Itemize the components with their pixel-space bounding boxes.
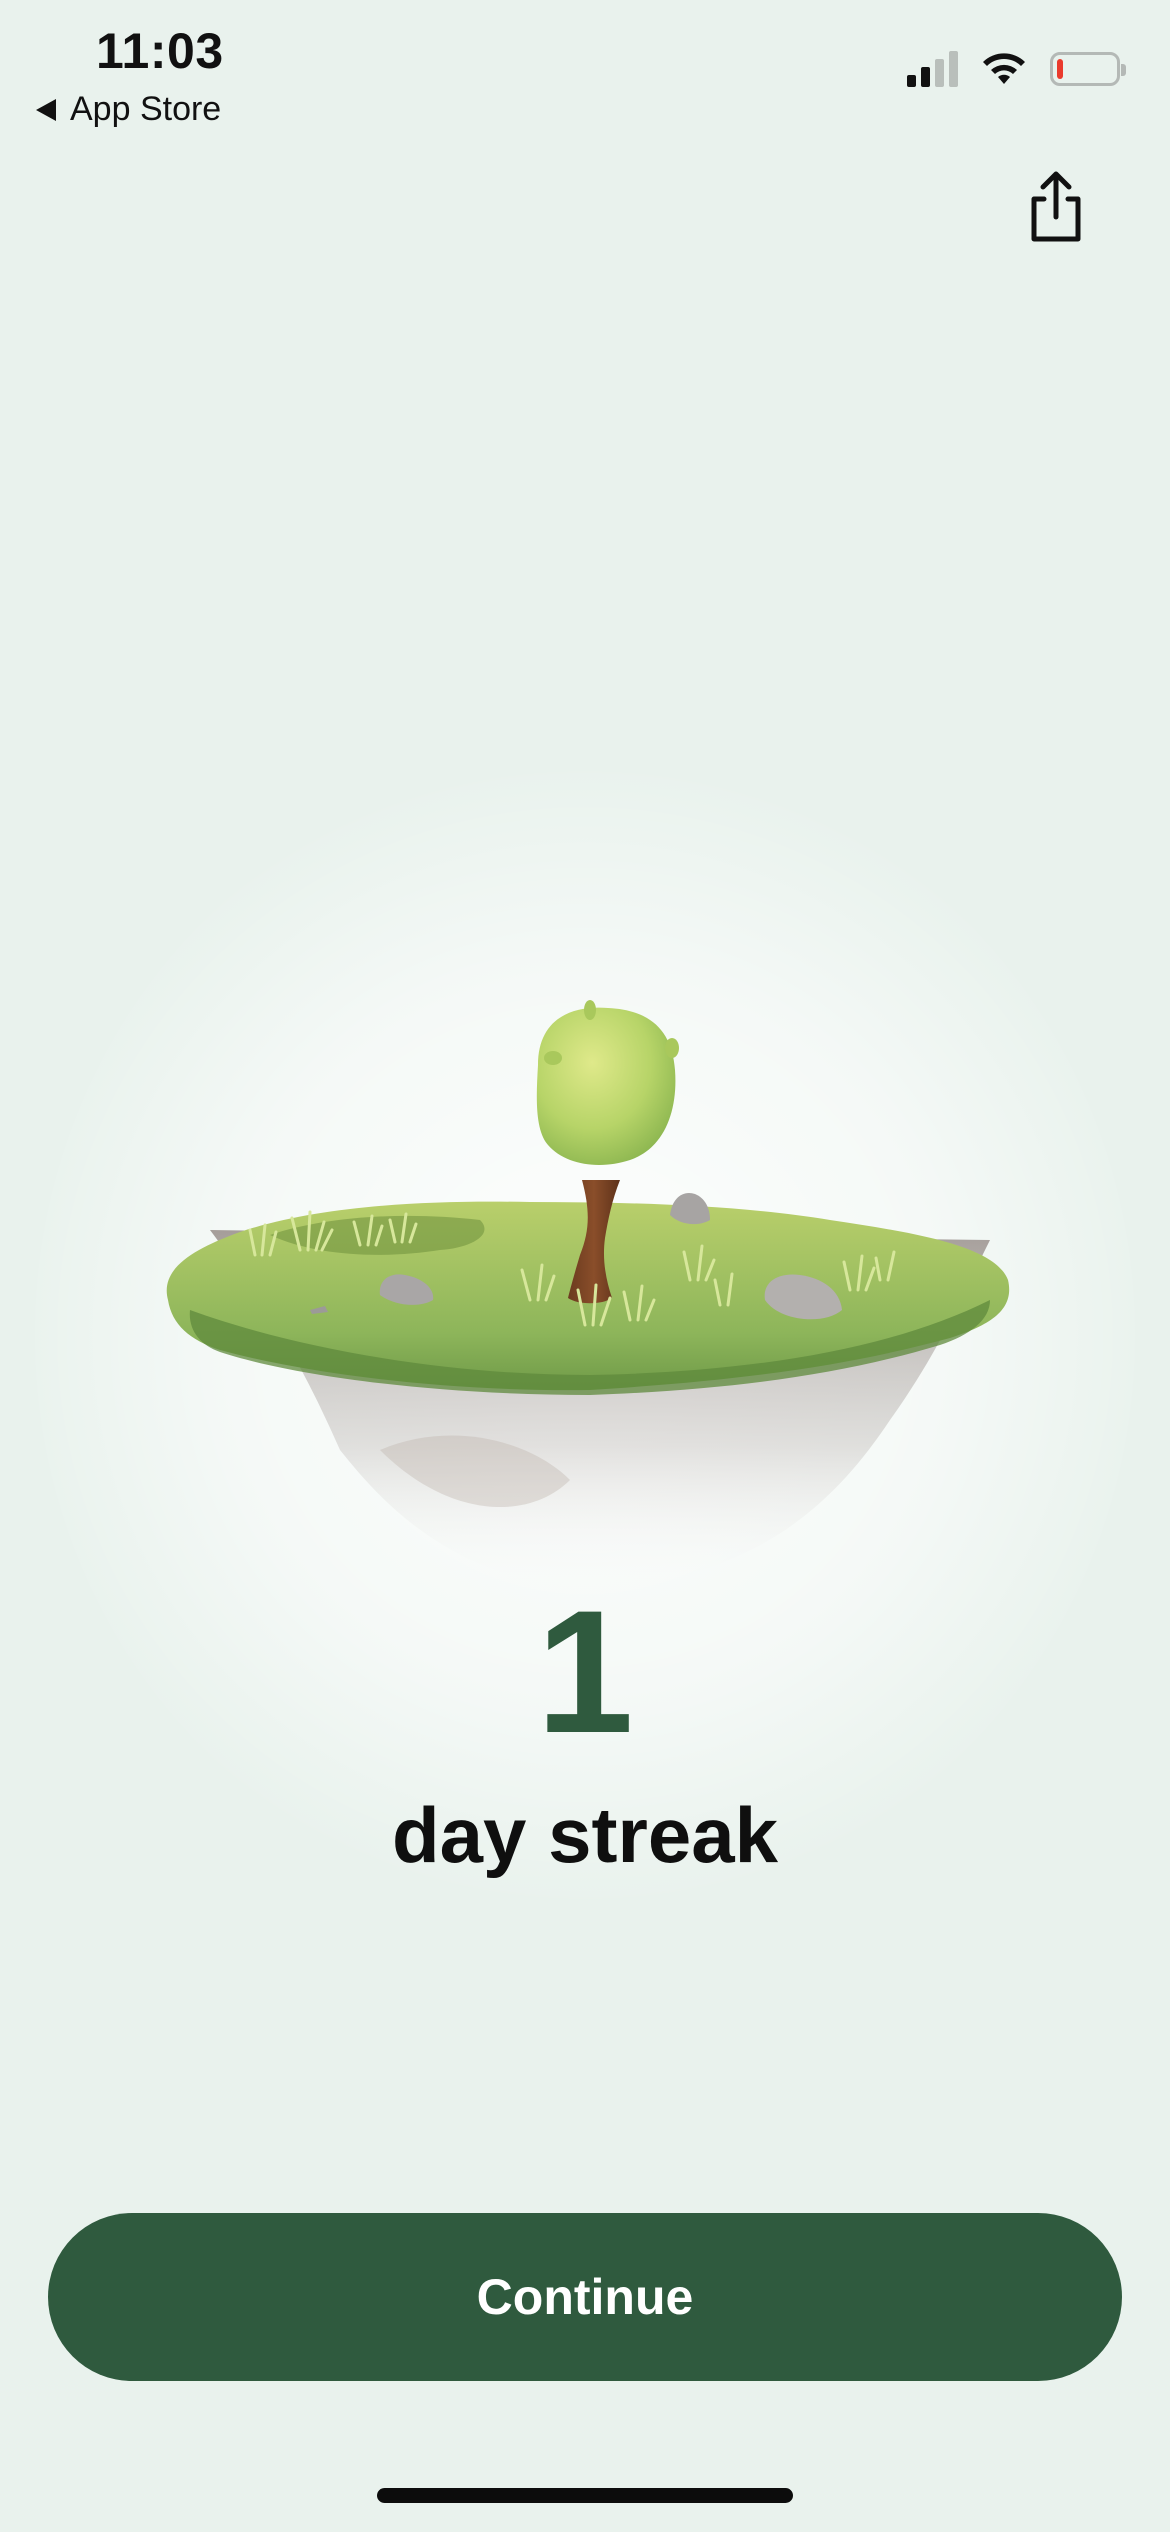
share-button[interactable]	[1020, 166, 1092, 248]
share-icon	[1031, 171, 1081, 242]
streak-label: day streak	[392, 1791, 778, 1879]
status-indicators	[907, 50, 1126, 88]
battery-level	[1057, 59, 1063, 79]
battery-icon	[1050, 52, 1126, 86]
home-indicator[interactable]	[377, 2488, 793, 2503]
back-link-label: App Store	[70, 90, 222, 128]
cellular-signal-icon	[907, 51, 958, 87]
continue-button[interactable]: Continue	[48, 2213, 1122, 2381]
streak-count: 1	[536, 1575, 634, 1770]
streak-screen: 11:03 App Store 1 day streak Continue	[0, 0, 1170, 2532]
floating-island-tree-illustration	[166, 1000, 1010, 1590]
back-to-app-store-link[interactable]: App Store	[36, 90, 221, 129]
status-time: 11:03	[96, 23, 224, 79]
wifi-icon	[983, 53, 1025, 84]
back-arrow-icon	[36, 98, 56, 121]
